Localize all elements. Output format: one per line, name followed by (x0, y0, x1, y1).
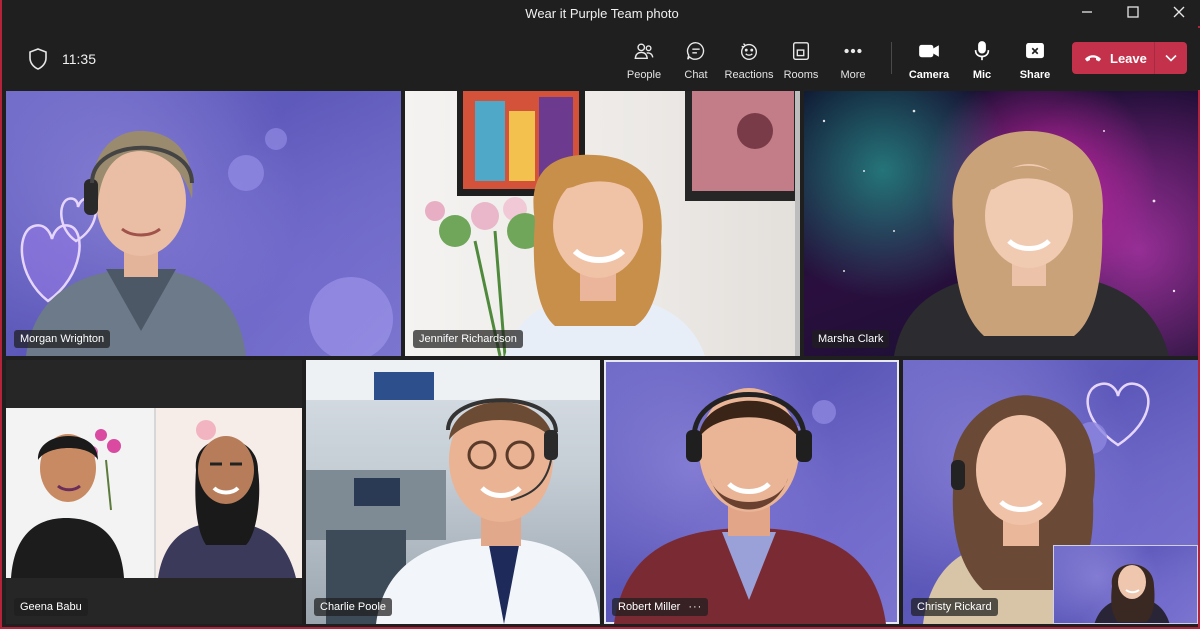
more-icon (844, 48, 862, 54)
participant-name: Morgan Wrighton (14, 330, 111, 348)
video-tile-morgan-wrighton[interactable]: Morgan Wrighton (6, 91, 401, 356)
more-label: More (840, 69, 866, 81)
leave-options-button[interactable] (1155, 54, 1187, 62)
meeting-window: Wear it Purple Team photo 11:35 People C… (0, 0, 1200, 629)
mic-button[interactable]: Mic (953, 38, 1011, 84)
video-tile-geena-babu[interactable]: Geena Babu (6, 360, 302, 624)
participant-name: Christy Rickard (911, 598, 998, 616)
leave-button-group: Leave (1072, 42, 1187, 74)
camera-icon (919, 44, 939, 58)
reactions-icon (740, 43, 758, 60)
chat-icon (686, 42, 705, 60)
close-icon (1173, 6, 1185, 18)
video-feed (822, 109, 1176, 356)
video-feed (6, 408, 302, 578)
chevron-down-icon (1165, 54, 1177, 62)
people-icon (634, 43, 654, 60)
rooms-icon (792, 42, 810, 60)
rooms-button[interactable]: Rooms (772, 38, 830, 84)
rooms-label: Rooms (783, 69, 819, 81)
participant-more-options-icon[interactable]: ··· (688, 601, 702, 613)
window-title: Wear it Purple Team photo (525, 5, 679, 21)
video-feed (614, 388, 886, 624)
close-window-button[interactable] (1156, 0, 1200, 24)
people-label: People (626, 69, 662, 81)
video-feed (425, 91, 800, 356)
self-view-thumbnail[interactable] (1053, 545, 1198, 624)
participant-name: Marsha Clark (812, 330, 890, 348)
toolbar-divider (891, 42, 892, 74)
reactions-button[interactable]: Reactions (720, 38, 778, 84)
camera-button[interactable]: Camera (900, 38, 958, 84)
chat-label: Chat (684, 69, 708, 81)
video-tile-robert-miller[interactable]: Robert Miller ··· (604, 360, 899, 624)
video-tile-christy-rickard[interactable]: Christy Rickard (903, 360, 1198, 624)
maximize-button[interactable] (1110, 0, 1156, 24)
minimize-icon (1082, 11, 1092, 13)
participant-name: Charlie Poole (314, 598, 393, 616)
phone-hangup-icon (1085, 55, 1101, 62)
reactions-label: Reactions (724, 69, 774, 81)
mic-label: Mic (972, 69, 992, 81)
chat-button[interactable]: Chat (667, 38, 725, 84)
window-controls (1064, 0, 1200, 26)
camera-label: Camera (908, 69, 950, 81)
leave-label: Leave (1110, 50, 1147, 66)
self-view-feed (1094, 564, 1170, 623)
leave-button[interactable]: Leave (1072, 42, 1154, 74)
maximize-icon (1127, 6, 1139, 18)
share-button[interactable]: Share (1006, 38, 1064, 84)
minimize-button[interactable] (1064, 0, 1110, 24)
people-button[interactable]: People (615, 38, 673, 84)
participant-name: Geena Babu (14, 598, 88, 616)
share-icon (1026, 42, 1044, 59)
video-feed (20, 128, 393, 356)
participant-name-tag: Robert Miller ··· (612, 598, 709, 616)
meeting-toolbar: 11:35 People Chat Reactions Rooms More C… (4, 28, 1200, 90)
video-feed (306, 360, 600, 624)
mic-icon (974, 41, 990, 61)
title-bar: Wear it Purple Team photo (2, 0, 1200, 26)
participant-name: Robert Miller (618, 601, 681, 613)
more-button[interactable]: More (824, 38, 882, 84)
shield-icon[interactable] (28, 48, 48, 70)
meeting-time: 11:35 (62, 51, 96, 67)
share-label: Share (1019, 69, 1051, 81)
video-tile-jennifer-richardson[interactable]: Jennifer Richardson (405, 91, 800, 356)
participant-name: Jennifer Richardson (413, 330, 523, 348)
video-tile-marsha-clark[interactable]: Marsha Clark (804, 91, 1198, 356)
video-tile-charlie-poole[interactable]: Charlie Poole (306, 360, 600, 624)
